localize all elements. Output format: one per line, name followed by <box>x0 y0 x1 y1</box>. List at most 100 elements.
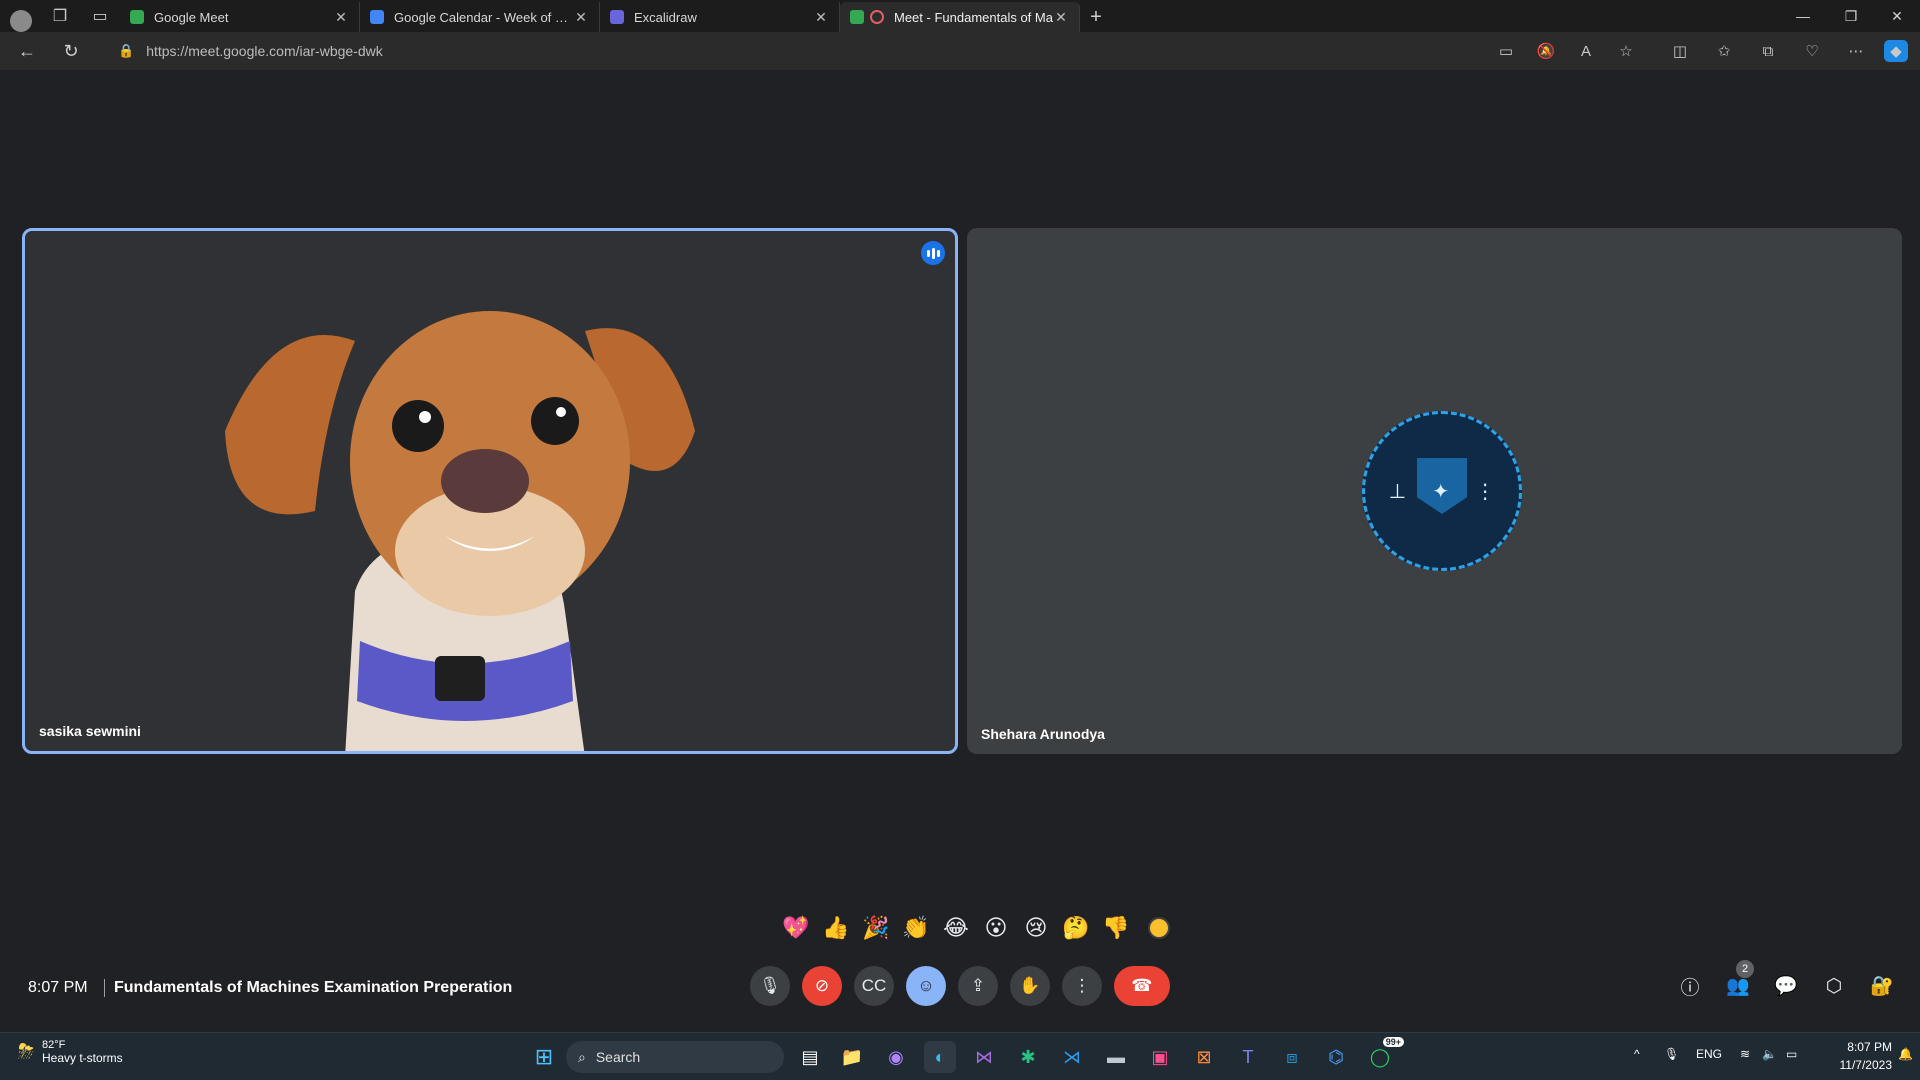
skin-tone-selector[interactable] <box>1148 917 1170 939</box>
favorites-icon[interactable]: ✩ <box>1712 40 1736 62</box>
show-hidden-icons-icon[interactable]: ^ <box>1634 1047 1640 1061</box>
google-calendar-favicon-icon <box>370 10 384 24</box>
captions-button[interactable]: CC <box>854 966 894 1006</box>
taskbar-search[interactable]: ⌕ Search <box>566 1041 784 1073</box>
browser-essentials-icon[interactable]: ♡ <box>1800 40 1824 62</box>
search-icon: ⌕ <box>578 1048 586 1065</box>
smiley-icon: ☺ <box>917 976 935 995</box>
restore-icon[interactable]: ❐ <box>1828 0 1874 32</box>
mic-in-use-icon[interactable]: 🎙 <box>1664 1047 1679 1061</box>
close-tab-icon[interactable]: ✕ <box>1053 9 1069 26</box>
notification-badge: 99+ <box>1382 1037 1404 1047</box>
excel-app-icon[interactable]: ✱ <box>1012 1041 1044 1073</box>
thunderstorm-icon: ⛈ <box>18 1040 34 1063</box>
input-language[interactable]: ENG <box>1696 1047 1722 1061</box>
tab-google-meet[interactable]: Google Meet ✕ <box>120 2 360 32</box>
copilot-icon[interactable]: ◆ <box>1884 40 1908 62</box>
camera-in-use-icon[interactable]: ▭ <box>1494 40 1518 62</box>
battery-icon[interactable]: ▭ <box>1786 1047 1797 1061</box>
close-window-icon[interactable]: ✕ <box>1874 0 1920 32</box>
browser-window: ❐ ▭ Google Meet ✕ Google Calendar - Week… <box>0 0 1920 1080</box>
reaction-clapping[interactable]: 👏 <box>900 912 932 944</box>
workspaces-icon[interactable]: ❐ <box>40 0 80 32</box>
vscode-icon[interactable]: ⋊ <box>1056 1041 1088 1073</box>
participant-name: sasika sewmini <box>39 723 141 739</box>
volume-icon[interactable]: 🔈 <box>1762 1047 1777 1061</box>
participant-tile-sasika[interactable]: sasika sewmini <box>22 228 958 754</box>
captions-icon: CC <box>861 976 887 995</box>
reaction-party-popper[interactable]: 🎉 <box>860 912 892 944</box>
reaction-thinking[interactable]: 🤔 <box>1060 912 1092 944</box>
chat-button[interactable]: 💬 <box>1770 970 1802 1002</box>
remote-desktop-icon[interactable]: ⌬ <box>1320 1041 1352 1073</box>
back-button[interactable]: ← <box>12 38 42 64</box>
notifications-blocked-icon[interactable]: 🔕 <box>1534 40 1558 62</box>
host-controls-button[interactable]: 🔐 <box>1866 970 1898 1002</box>
windows-taskbar: ⛈ 82°F Heavy t-storms ⊞ ⌕ Search ▤ 📁 ◉ ◐… <box>0 1032 1920 1080</box>
profile-avatar[interactable] <box>10 10 32 32</box>
more-options-button[interactable]: ⋮ <box>1062 966 1102 1006</box>
tab-google-calendar[interactable]: Google Calendar - Week of Nove ✕ <box>360 2 600 32</box>
windows-start-icon[interactable]: ⊞ <box>528 1041 560 1073</box>
reactions-button[interactable]: ☺ <box>906 966 946 1006</box>
tab-title: Google Meet <box>154 9 229 25</box>
meet-control-bar: 8:07 PM Fundamentals of Machines Examina… <box>4 958 1916 1018</box>
more-options-icon[interactable]: ⋮ <box>1475 479 1495 504</box>
reaction-laughing[interactable]: 😂 <box>940 912 972 944</box>
tab-meet-fundamentals[interactable]: Meet - Fundamentals of Ma ✕ <box>840 2 1080 32</box>
podcast-app-icon[interactable]: ◉ <box>880 1041 912 1073</box>
system-time[interactable]: 8:07 PM <box>1832 1040 1892 1054</box>
microphone-button[interactable]: 🎙 <box>750 966 790 1006</box>
more-vertical-icon: ⋮ <box>1073 976 1091 995</box>
close-tab-icon[interactable]: ✕ <box>573 9 589 26</box>
meeting-details-button[interactable]: ⓘ <box>1674 970 1706 1002</box>
participant-tile-shehara[interactable]: ⊥ ✦ ⋮ Shehara Arunodya <box>967 228 1902 754</box>
visual-studio-icon[interactable]: ⋈ <box>968 1041 1000 1073</box>
divider <box>104 979 105 997</box>
xampp-app-icon[interactable]: ⊠ <box>1188 1041 1220 1073</box>
reaction-thumbs-down[interactable]: 👎 <box>1100 912 1132 944</box>
people-button[interactable]: 👥 2 <box>1722 960 1754 1002</box>
leave-call-button[interactable]: ☎ <box>1114 966 1170 1006</box>
pin-icon[interactable]: ⊥ <box>1389 479 1406 504</box>
jetbrains-app-icon[interactable]: ▣ <box>1144 1041 1176 1073</box>
tab-excalidraw[interactable]: Excalidraw ✕ <box>600 2 840 32</box>
present-screen-button[interactable]: ⇪ <box>958 966 998 1006</box>
close-tab-icon[interactable]: ✕ <box>813 9 829 26</box>
address-bar[interactable]: 🔒 https://meet.google.com/iar-wbge-dwk <box>104 36 1504 66</box>
vertical-tabs-icon[interactable]: ▭ <box>80 0 120 32</box>
new-tab-button[interactable]: + <box>1080 2 1112 32</box>
more-menu-icon[interactable]: ⋯ <box>1844 40 1868 62</box>
reaction-sad[interactable]: 😢 <box>1020 912 1052 944</box>
split-screen-icon[interactable]: ◫ <box>1668 40 1692 62</box>
participant-avatar: ⊥ ✦ ⋮ <box>1362 411 1522 571</box>
close-tab-icon[interactable]: ✕ <box>333 9 349 26</box>
google-meet-favicon-icon <box>850 10 864 24</box>
sparkle-effects-icon[interactable]: ✦ <box>1432 479 1449 504</box>
file-explorer-icon[interactable]: 📁 <box>836 1041 868 1073</box>
favorite-star-icon[interactable]: ☆ <box>1614 40 1638 62</box>
notifications-icon[interactable]: 🔔 <box>1898 1047 1913 1061</box>
tab-strip: ❐ ▭ Google Meet ✕ Google Calendar - Week… <box>0 0 1920 32</box>
refresh-button[interactable]: ↻ <box>56 38 86 64</box>
weather-widget[interactable]: ⛈ 82°F Heavy t-storms <box>18 1039 123 1065</box>
raise-hand-button[interactable]: ✋ <box>1010 966 1050 1006</box>
minimize-icon[interactable]: — <box>1780 0 1826 32</box>
task-view-icon[interactable]: ▤ <box>794 1041 826 1073</box>
camera-off-button[interactable]: ⊘ <box>802 966 842 1006</box>
weather-temperature: 82°F <box>42 1039 66 1051</box>
chat-icon: 💬 <box>1774 976 1798 997</box>
virtual-machine-app-icon[interactable]: ⧈ <box>1276 1041 1308 1073</box>
terminal-app-icon[interactable]: ▬ <box>1100 1041 1132 1073</box>
system-date[interactable]: 11/7/2023 <box>1820 1058 1893 1072</box>
collections-icon[interactable]: ⧉ <box>1756 40 1780 62</box>
whatsapp-icon[interactable]: ◯ 99+ <box>1364 1037 1404 1073</box>
reaction-surprised[interactable]: 😮 <box>980 912 1012 944</box>
reaction-thumbs-up[interactable]: 👍 <box>820 912 852 944</box>
edge-browser-icon[interactable]: ◐ <box>924 1041 956 1073</box>
wifi-icon[interactable]: ≋ <box>1740 1047 1750 1061</box>
reaction-sparkling-heart[interactable]: 💖 <box>780 912 812 944</box>
read-aloud-icon[interactable]: A <box>1574 40 1598 62</box>
teams-app-icon[interactable]: T <box>1232 1041 1264 1073</box>
activities-button[interactable]: ⬡ <box>1818 970 1850 1002</box>
